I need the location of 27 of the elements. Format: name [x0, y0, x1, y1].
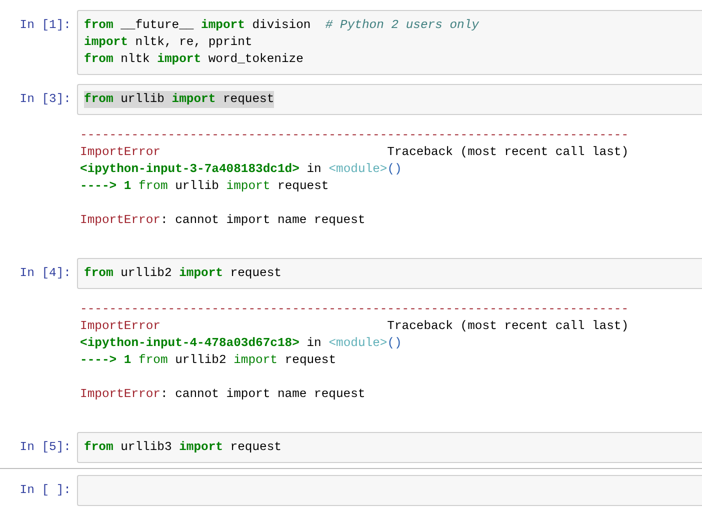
- error-name: ImportError: [80, 318, 160, 335]
- traceback-line: ----> 1 from urllib2 import request: [80, 352, 338, 369]
- code-cell[interactable]: [77, 475, 702, 506]
- traceback-label: Traceback (most recent call last): [387, 318, 629, 335]
- code-cell[interactable]: from urllib3 import request: [77, 432, 702, 463]
- cell-prompt: In [1]:: [18, 17, 72, 34]
- traceback-line: ----> 1 from urllib import request: [80, 178, 330, 195]
- error-message: ImportError: cannot import name request: [80, 386, 366, 403]
- code-cell[interactable]: from urllib2 import request: [77, 258, 702, 289]
- cell-prompt: In [5]:: [18, 439, 72, 456]
- error-name: ImportError: [80, 144, 160, 161]
- code-line: from nltk import word_tokenize: [84, 51, 304, 68]
- code-cell[interactable]: from __future__ import division # Python 2 users only import nltk, re, pprint from nltk import word_tokenize: [77, 10, 702, 75]
- code-cell[interactable]: from urllib import request: [77, 84, 702, 115]
- separator-line: ---------------------------------------------------------------------------: [80, 301, 629, 318]
- traceback-line: <ipython-input-3-7a408183dc1d> in <module>(): [80, 161, 403, 178]
- traceback-line: <ipython-input-4-478a03d67c18> in <module>(): [80, 335, 403, 352]
- traceback-label: Traceback (most recent call last): [387, 144, 629, 161]
- separator-line: ---------------------------------------------------------------------------: [80, 127, 629, 144]
- cell-prompt: In [ ]:: [18, 482, 72, 499]
- code-line: import nltk, re, pprint: [84, 34, 252, 51]
- cell-prompt: In [3]:: [18, 91, 72, 108]
- code-line: from urllib3 import request: [84, 439, 282, 456]
- code-line: from __future__ import division # Python 2 users only: [84, 17, 479, 34]
- code-line: from urllib2 import request: [84, 265, 282, 282]
- cell-prompt: In [4]:: [18, 265, 72, 282]
- error-message: ImportError: cannot import name request: [80, 212, 366, 229]
